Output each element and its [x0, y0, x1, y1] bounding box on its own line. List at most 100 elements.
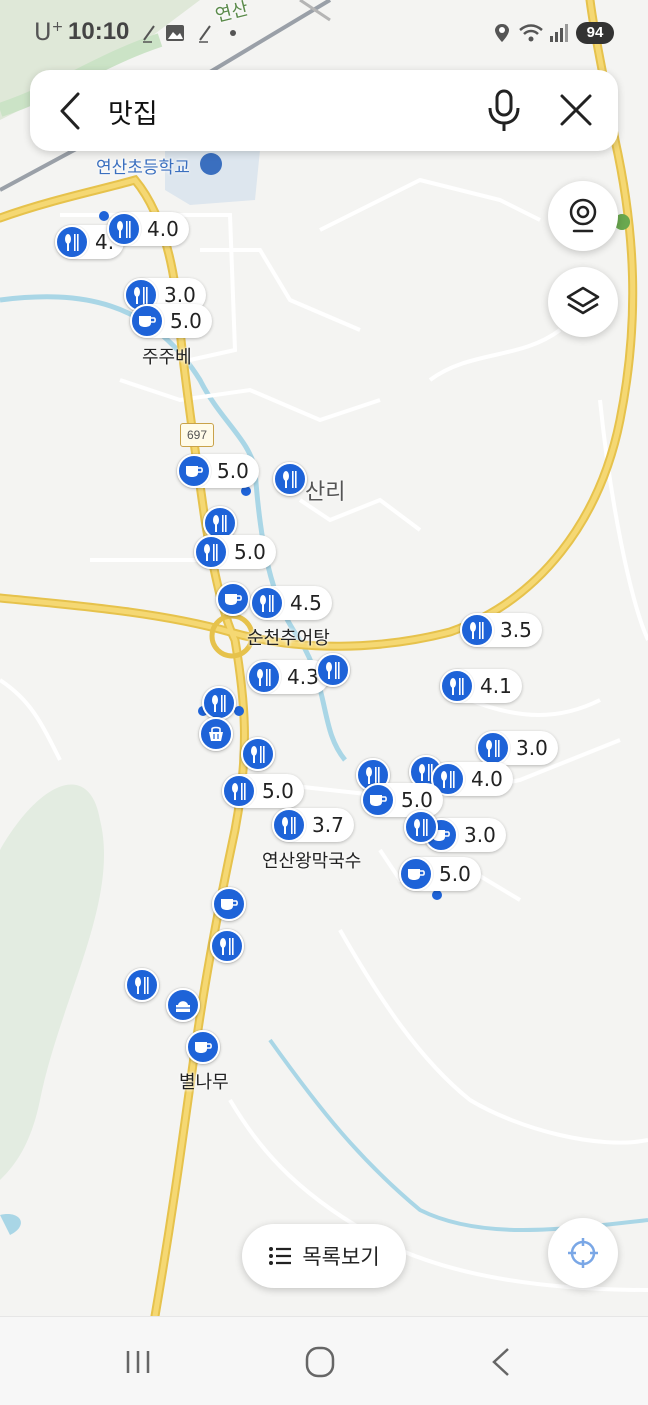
place-marker[interactable]: [316, 653, 350, 687]
marker-rating: 5.0: [262, 779, 294, 803]
clock: 10:10: [68, 18, 130, 45]
marker-rating: 4.1: [480, 674, 512, 698]
place-marker[interactable]: [202, 686, 236, 720]
restaurant-icon: [273, 462, 307, 496]
marker-rating: 4.0: [147, 217, 179, 241]
list-view-label: 목록보기: [302, 1245, 380, 1269]
status-bar: U+ 10:10 94: [0, 0, 648, 66]
layers-button[interactable]: [548, 267, 618, 337]
marker-rating: 4.5: [290, 591, 322, 615]
crosshair-icon: [568, 1238, 598, 1268]
street-view-button[interactable]: [548, 181, 618, 251]
place-marker[interactable]: [404, 810, 438, 844]
restaurant-icon: [194, 535, 228, 569]
place-marker[interactable]: [212, 887, 246, 921]
carrier-sup: +: [51, 19, 64, 35]
microphone-icon[interactable]: [486, 88, 522, 134]
list-icon: [269, 1247, 292, 1265]
place-marker[interactable]: 3.7: [272, 808, 354, 842]
dot-icon: [230, 30, 236, 36]
home-icon[interactable]: [300, 1345, 340, 1379]
place-marker[interactable]: 4.0: [107, 212, 189, 246]
restaurant-icon: [272, 808, 306, 842]
marker-rating: 5.0: [439, 862, 471, 886]
search-query[interactable]: 맛집: [108, 92, 158, 131]
cake-icon: [166, 988, 200, 1022]
marker-rating: 4.0: [471, 767, 503, 791]
road-number-badge: 697: [180, 423, 214, 447]
close-icon[interactable]: [558, 92, 594, 128]
cafe-icon: [130, 304, 164, 338]
locate-me-button[interactable]: [548, 1218, 618, 1288]
signal-icon: [550, 24, 568, 42]
restaurant-icon: [202, 686, 236, 720]
place-marker[interactable]: 5.0: [130, 304, 212, 338]
place-marker[interactable]: [166, 988, 200, 1022]
place-marker[interactable]: 5.0: [177, 454, 259, 488]
bakery-icon: [199, 717, 233, 751]
place-label-yeonsan-noodle[interactable]: 연산왕막국수: [262, 847, 361, 873]
restaurant-icon: [316, 653, 350, 687]
back-icon[interactable]: [482, 1345, 522, 1379]
place-marker[interactable]: 3.0: [476, 731, 558, 765]
recent-apps-icon[interactable]: [118, 1345, 158, 1379]
place-marker[interactable]: 5.0: [361, 783, 443, 817]
place-marker[interactable]: 4.0: [431, 762, 513, 796]
street-view-icon: [569, 198, 597, 233]
restaurant-icon: [210, 929, 244, 963]
place-marker[interactable]: 4.5: [250, 586, 332, 620]
place-marker[interactable]: [216, 582, 250, 616]
marker-rating: 5.0: [401, 788, 433, 812]
carrier-label: U: [34, 18, 52, 46]
marker-rating: 3.0: [516, 736, 548, 760]
place-marker[interactable]: [273, 462, 307, 496]
restaurant-icon: [460, 613, 494, 647]
cafe-icon: [216, 582, 250, 616]
restaurant-icon: [125, 968, 159, 1002]
battery-indicator: 94: [576, 22, 614, 44]
restaurant-icon: [250, 586, 284, 620]
pen-icon-2: [199, 25, 211, 43]
marker-rating: 3.5: [500, 618, 532, 642]
place-marker[interactable]: [125, 968, 159, 1002]
marker-rating: 5.0: [217, 459, 249, 483]
marker-rating: 4.3: [287, 665, 319, 689]
location-icon: [495, 24, 509, 42]
place-marker[interactable]: 3.5: [460, 613, 542, 647]
restaurant-icon: [404, 810, 438, 844]
list-view-button[interactable]: 목록보기: [242, 1224, 406, 1288]
restaurant-icon: [247, 660, 281, 694]
place-marker[interactable]: 5.0: [194, 535, 276, 569]
cafe-icon: [361, 783, 395, 817]
marker-rating: 3.0: [464, 823, 496, 847]
pen-icon: [143, 25, 155, 43]
marker-rating: 5.0: [170, 309, 202, 333]
cafe-icon: [177, 454, 211, 488]
cafe-icon: [186, 1030, 220, 1064]
place-marker[interactable]: [186, 1030, 220, 1064]
area-label: 산리: [305, 480, 346, 505]
place-marker[interactable]: 5.0: [222, 774, 304, 808]
place-marker[interactable]: [210, 929, 244, 963]
cafe-icon: [212, 887, 246, 921]
system-nav-bar: [0, 1316, 648, 1405]
place-marker[interactable]: [241, 737, 275, 771]
marker-rating: 3.7: [312, 813, 344, 837]
chevron-left-icon[interactable]: [56, 90, 86, 132]
place-label-star-tree[interactable]: 별나무: [179, 1068, 229, 1094]
map-canvas[interactable]: 연산 연산초등학교 산리 697 주주베 순천추어탕 연산왕막국수 별나무 4.…: [0, 0, 648, 1316]
place-marker[interactable]: 5.0: [399, 857, 481, 891]
place-label-jujube[interactable]: 주주베: [142, 343, 192, 369]
layers-icon: [566, 286, 600, 315]
place-marker[interactable]: [199, 717, 233, 751]
restaurant-icon: [222, 774, 256, 808]
place-marker[interactable]: 4.1: [440, 669, 522, 703]
restaurant-icon: [241, 737, 275, 771]
cafe-icon: [399, 857, 433, 891]
restaurant-icon: [440, 669, 474, 703]
place-label-suncheon[interactable]: 순천추어탕: [247, 624, 330, 650]
gallery-icon: [166, 25, 184, 41]
restaurant-icon: [107, 212, 141, 246]
search-bar[interactable]: 맛집: [30, 70, 618, 151]
wifi-icon: [519, 24, 543, 42]
